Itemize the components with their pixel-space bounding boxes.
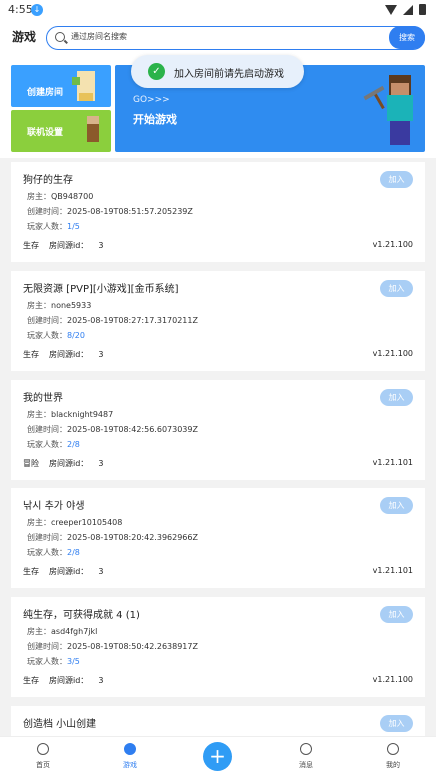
toast-message: 加入房间前请先启动游戏 bbox=[174, 69, 284, 80]
room-version: v1.21.100 bbox=[372, 240, 413, 249]
message-icon bbox=[300, 743, 312, 755]
room-card[interactable]: 낚시 추가 야생 加入 房主：creeper10105408 创建时间：2025… bbox=[11, 488, 425, 588]
search-icon bbox=[55, 32, 65, 42]
room-players: 玩家人数：2/8 bbox=[27, 440, 80, 449]
room-footer: 生存 房间源id： 3 bbox=[23, 567, 104, 576]
room-card[interactable]: 狗仔的生存 加入 房主：QB948700 创建时间：2025-08-19T08:… bbox=[11, 162, 425, 262]
room-footer: 生存 房间源id： 3 bbox=[23, 676, 104, 685]
signal-icon bbox=[403, 4, 413, 15]
smiley-icon bbox=[387, 743, 399, 755]
join-button[interactable]: 加入 bbox=[380, 715, 413, 732]
room-card[interactable]: 我的世界 加入 房主：blacknight9487 创建时间：2025-08-1… bbox=[11, 380, 425, 480]
toast-notification: ✓ 加入房间前请先启动游戏 bbox=[131, 55, 304, 88]
room-players: 玩家人数：2/8 bbox=[27, 548, 80, 557]
search-placeholder: 通过房间名搜索 bbox=[71, 32, 127, 41]
room-footer: 生存 房间源id： 3 bbox=[23, 350, 104, 359]
room-host: 房主：blacknight9487 bbox=[27, 410, 114, 419]
room-host: 房主：none5933 bbox=[27, 301, 92, 310]
character-icon bbox=[87, 116, 99, 142]
start-game-label: 开始游戏 bbox=[133, 113, 177, 126]
room-players: 玩家人数：8/20 bbox=[27, 331, 85, 340]
nav-mine-label: 我的 bbox=[386, 761, 400, 769]
join-button[interactable]: 加入 bbox=[380, 389, 413, 406]
online-settings-label: 联机设置 bbox=[27, 128, 64, 138]
status-icons bbox=[385, 4, 426, 15]
room-name: 无限资源 [PVP][小游戏][金币系统] bbox=[23, 284, 179, 295]
room-created: 创建时间：2025-08-19T08:42:56.6073039Z bbox=[27, 425, 198, 434]
download-icon: ↓ bbox=[31, 4, 43, 16]
nav-home[interactable]: 首页 bbox=[13, 737, 73, 775]
room-version: v1.21.101 bbox=[372, 566, 413, 575]
room-created: 创建时间：2025-08-19T08:27:17.3170211Z bbox=[27, 316, 198, 325]
compass-icon bbox=[124, 743, 136, 755]
room-card[interactable]: 无限资源 [PVP][小游戏][金币系统] 加入 房主：none5933 创建时… bbox=[11, 271, 425, 371]
room-host: 房主：asd4fgh7jkl bbox=[27, 627, 98, 636]
page-title: 游戏 bbox=[12, 30, 37, 44]
room-version: v1.21.101 bbox=[372, 458, 413, 467]
room-host: 房主：creeper10105408 bbox=[27, 518, 123, 527]
room-version: v1.21.100 bbox=[372, 349, 413, 358]
room-players: 玩家人数：3/5 bbox=[27, 657, 80, 666]
join-button[interactable]: 加入 bbox=[380, 497, 413, 514]
room-created: 创建时间：2025-08-19T08:50:42.2638917Z bbox=[27, 642, 198, 651]
status-time: 4:55 bbox=[8, 3, 33, 16]
room-name: 纯生存，可获得成就 4 (1) bbox=[23, 610, 140, 621]
room-created: 创建时间：2025-08-19T08:51:57.205239Z bbox=[27, 207, 193, 216]
room-card[interactable]: 纯生存，可获得成就 4 (1) 加入 房主：asd4fgh7jkl 创建时间：2… bbox=[11, 597, 425, 697]
join-button[interactable]: 加入 bbox=[380, 280, 413, 297]
add-button[interactable]: + bbox=[203, 742, 232, 771]
room-name: 낚시 추가 야생 bbox=[23, 501, 85, 512]
room-footer: 冒险 房间源id： 3 bbox=[23, 459, 104, 468]
nav-game[interactable]: 游戏 bbox=[100, 737, 160, 775]
nav-home-label: 首页 bbox=[36, 761, 50, 769]
wifi-icon bbox=[385, 4, 397, 15]
room-version: v1.21.100 bbox=[372, 675, 413, 684]
home-planet-icon bbox=[37, 743, 49, 755]
steve-character-icon bbox=[387, 75, 415, 145]
status-bar: 4:55 ↓ bbox=[0, 0, 436, 20]
search-button[interactable]: 搜索 bbox=[389, 26, 425, 49]
battery-icon bbox=[419, 4, 426, 15]
room-players: 玩家人数：1/5 bbox=[27, 222, 80, 231]
join-button[interactable]: 加入 bbox=[380, 606, 413, 623]
room-host: 房主：QB948700 bbox=[27, 192, 94, 201]
join-button[interactable]: 加入 bbox=[380, 171, 413, 188]
character-icon bbox=[72, 71, 95, 101]
room-name: 狗仔的生存 bbox=[23, 175, 73, 186]
room-created: 创建时间：2025-08-19T08:20:42.3962966Z bbox=[27, 533, 198, 542]
nav-message-label: 消息 bbox=[299, 761, 313, 769]
create-room-button[interactable]: 创建房间 bbox=[11, 65, 111, 107]
room-card[interactable]: 创造档 小山创建 加入 房主：xsmc253 bbox=[11, 706, 425, 745]
search-input[interactable]: 通过房间名搜索 搜索 bbox=[46, 26, 425, 50]
create-room-label: 创建房间 bbox=[27, 88, 64, 98]
go-text: GO>>> bbox=[133, 95, 170, 105]
check-icon: ✓ bbox=[148, 63, 165, 80]
room-name: 创造档 小山创建 bbox=[23, 719, 97, 730]
nav-game-label: 游戏 bbox=[123, 761, 137, 769]
pickaxe-icon bbox=[363, 85, 385, 101]
room-name: 我的世界 bbox=[23, 393, 63, 404]
nav-message[interactable]: 消息 bbox=[276, 737, 336, 775]
nav-mine[interactable]: 我的 bbox=[363, 737, 423, 775]
online-settings-button[interactable]: 联机设置 bbox=[11, 110, 111, 152]
room-footer: 生存 房间源id： 3 bbox=[23, 241, 104, 250]
top-bar: 游戏 通过房间名搜索 搜索 bbox=[0, 20, 436, 58]
bottom-nav: 首页 游戏 + 消息 我的 bbox=[0, 736, 436, 775]
